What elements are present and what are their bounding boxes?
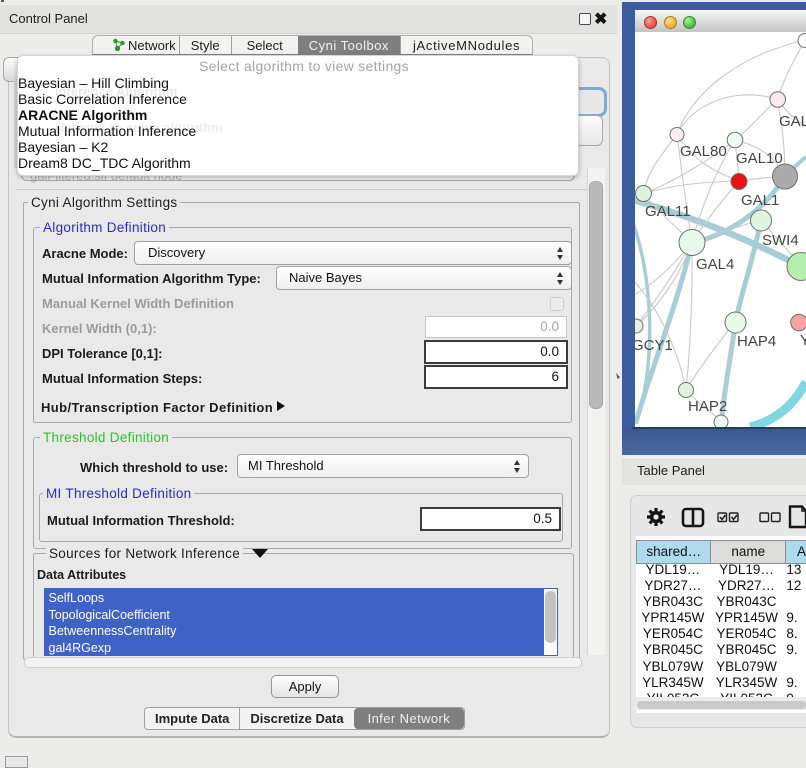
svg-text:HAP2: HAP2: [688, 398, 727, 415]
svg-text:GAL4: GAL4: [696, 256, 734, 273]
svg-text:Y: Y: [800, 332, 806, 349]
svg-text:HAP4: HAP4: [737, 333, 776, 350]
svg-text:GCY1: GCY1: [635, 337, 673, 354]
svg-text:SWI4: SWI4: [762, 232, 799, 249]
svg-text:GAL1: GAL1: [741, 192, 779, 209]
svg-text:GAL7: GAL7: [779, 113, 806, 130]
svg-text:GAL80: GAL80: [680, 143, 727, 160]
svg-text:GAL11: GAL11: [645, 203, 691, 220]
svg-text:GAL10: GAL10: [736, 150, 783, 167]
